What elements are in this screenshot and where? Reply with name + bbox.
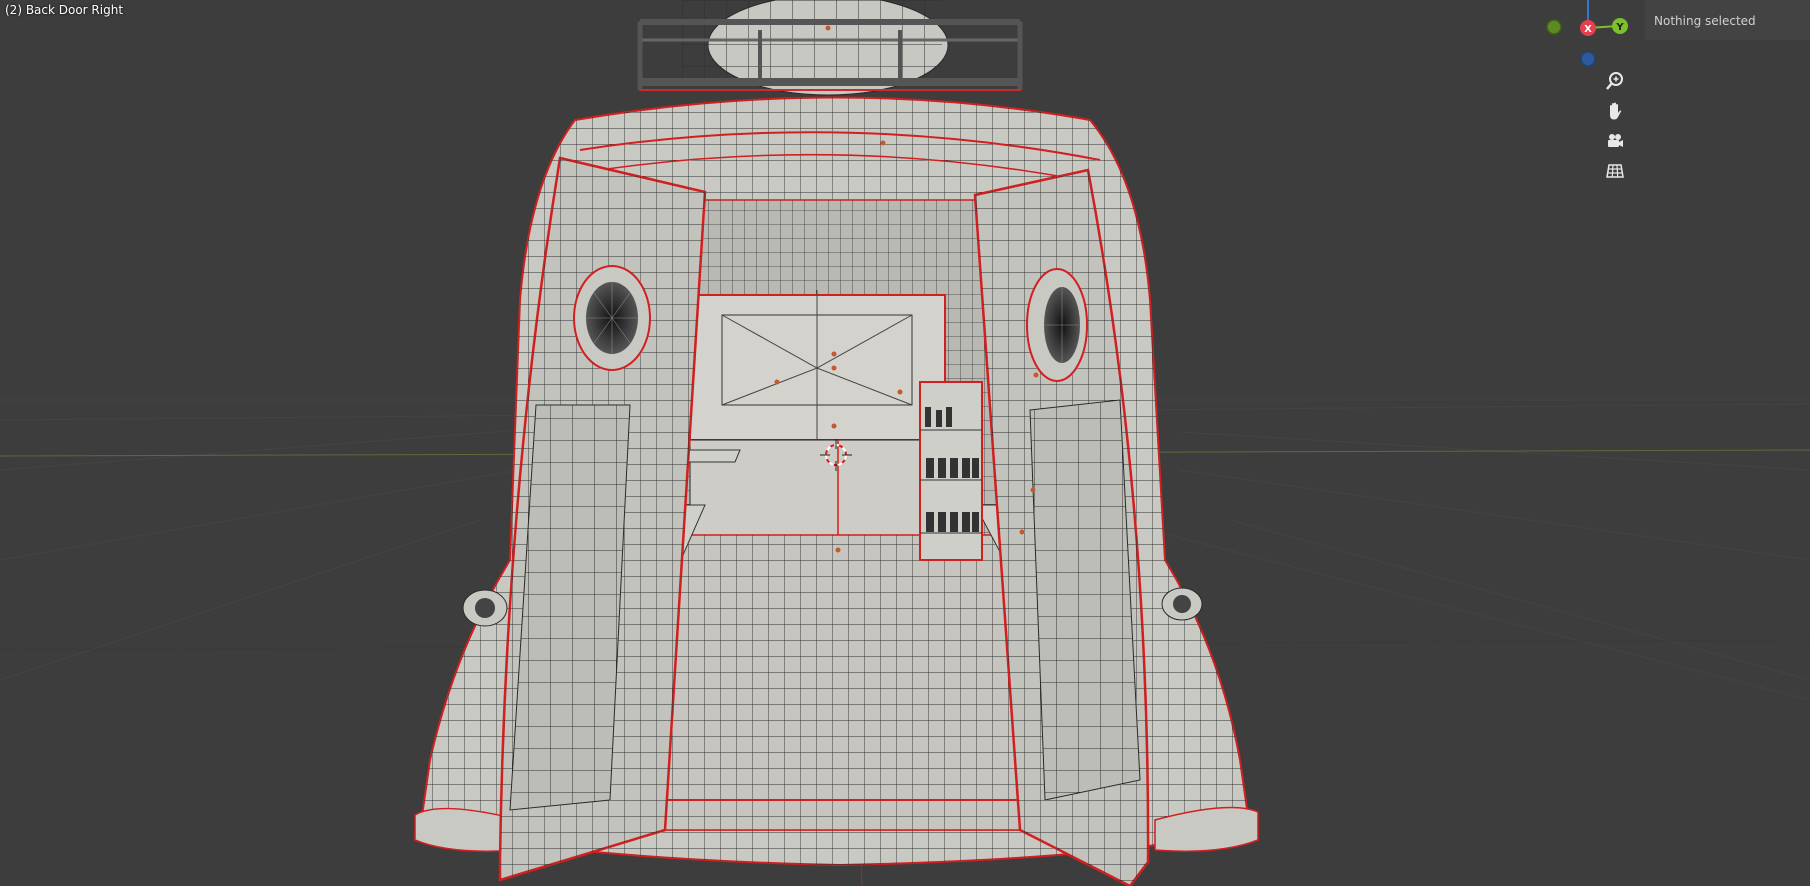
pan-button[interactable] [1600, 98, 1630, 124]
ortho-toggle-button[interactable] [1600, 158, 1630, 184]
viewport-scene[interactable] [0, 0, 1810, 886]
gizmo-neg-z[interactable] [1580, 51, 1596, 67]
selection-status: Nothing selected [1654, 14, 1756, 28]
zoom-icon [1606, 72, 1623, 90]
gizmo-y-label: Y [1615, 22, 1624, 33]
camera-icon [1608, 134, 1623, 147]
grid-ortho-icon [1606, 164, 1624, 178]
roof-rack [637, 0, 1023, 96]
active-object-label: (2) Back Door Right [5, 3, 124, 17]
gizmo-y-axis[interactable]: Y [1612, 18, 1628, 34]
gizmo-x-axis[interactable]: X [1580, 20, 1596, 36]
gizmo-x-label: X [1584, 24, 1592, 35]
3d-viewport[interactable]: (2) Back Door Right Nothing selected X Y [0, 0, 1810, 886]
hand-pan-icon [1610, 102, 1622, 120]
camera-view-button[interactable] [1600, 128, 1630, 154]
zoom-button[interactable] [1600, 68, 1630, 94]
gizmo-neg-y[interactable] [1546, 19, 1562, 35]
